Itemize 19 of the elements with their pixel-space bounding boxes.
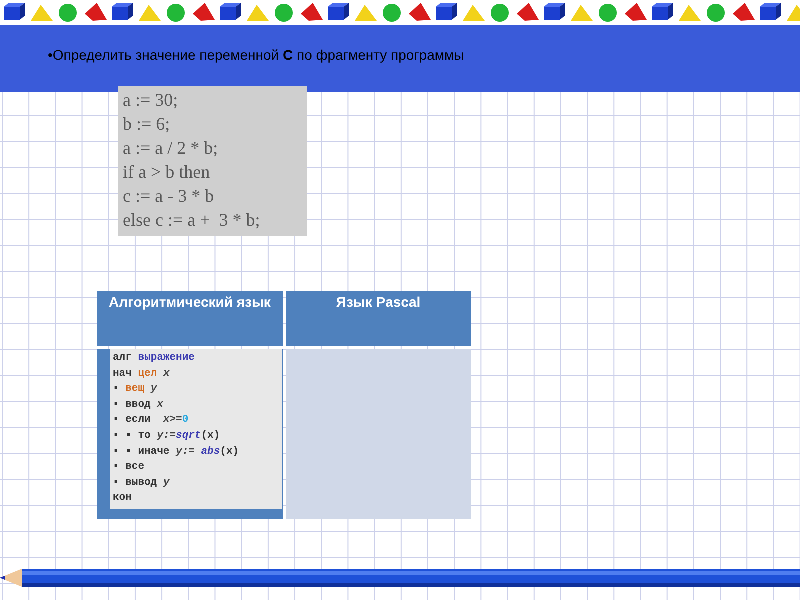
code-line: ▪ ввод x	[113, 398, 164, 413]
code-line: ▪ все	[113, 460, 146, 476]
table-header-cell: Алгоритмический язык	[97, 291, 283, 346]
table-header-cell: Язык Pascal	[286, 291, 471, 346]
code-line: else c := a + 3 * b;	[123, 209, 262, 232]
code-line: ▪ ▪ то y:=sqrt(x)	[113, 428, 222, 444]
code-line: ▪ вещ y	[113, 382, 158, 398]
code-line: ▪ если x>=0	[113, 413, 190, 428]
code-line: ▪ ▪ иначе y:= abs(x)	[113, 444, 240, 460]
code-line: нач цел x	[113, 366, 171, 382]
code-line: c := a - 3 * b	[123, 185, 216, 208]
code-line: a := 30;	[123, 89, 180, 112]
code-line: b := 6;	[123, 113, 172, 136]
code-line: a := a / 2 * b;	[123, 137, 220, 160]
code-line: if a > b then	[123, 161, 212, 184]
code-line: алг выражение	[113, 351, 196, 366]
code-line: ▪ вывод y	[113, 476, 171, 491]
task-heading: •Определить значение переменной C по фрагменту программы	[48, 46, 464, 65]
code-line: кон	[113, 491, 133, 506]
